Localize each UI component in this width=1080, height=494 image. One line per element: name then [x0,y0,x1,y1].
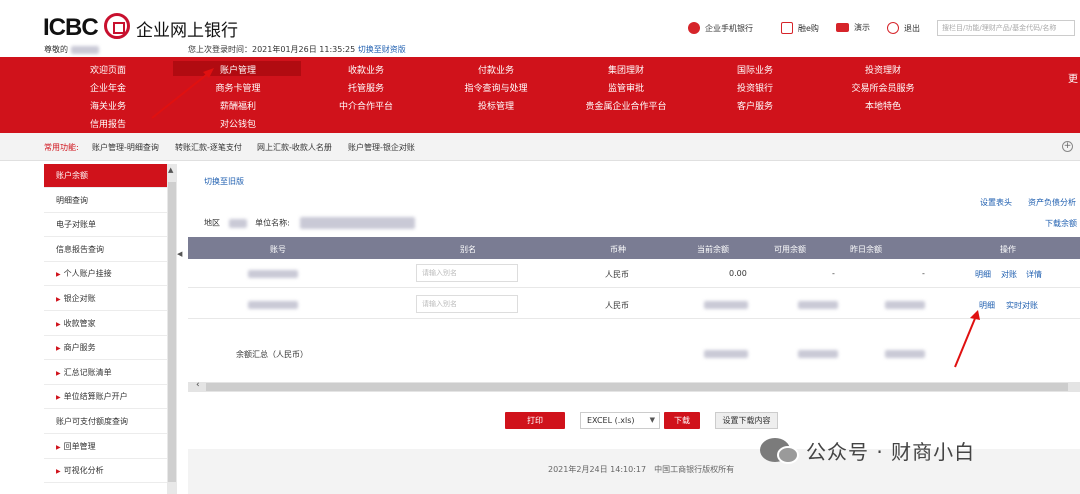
annotation-arrows [151,68,980,368]
annotation-arrow-nav [151,71,211,119]
annotation-arrow-detail [954,315,977,368]
annotation-arrowhead-detail [970,310,980,320]
